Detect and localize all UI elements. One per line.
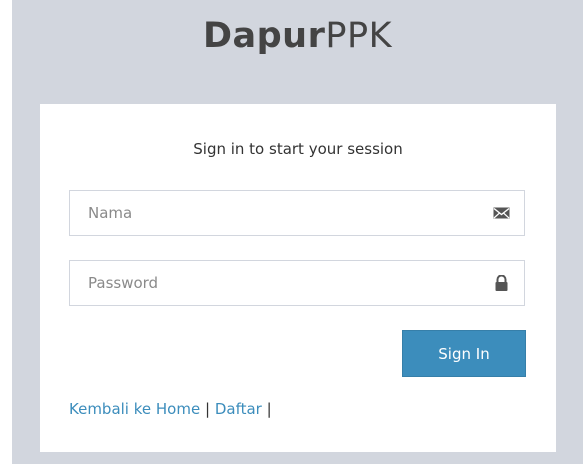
link-separator: | bbox=[266, 400, 272, 418]
app-logo[interactable]: DapurPPK bbox=[12, 14, 583, 58]
login-box-message: Sign in to start your session bbox=[193, 140, 403, 158]
footer-links: Kembali ke Home | Daftar | bbox=[69, 400, 272, 418]
home-link[interactable]: Kembali ke Home bbox=[69, 400, 200, 418]
logo-bold-text: Dapur bbox=[202, 16, 326, 56]
logo-light-text: PPK bbox=[325, 16, 393, 56]
register-link[interactable]: Daftar bbox=[215, 400, 262, 418]
login-box: Sign in to start your session Sign In Ke… bbox=[40, 104, 556, 452]
password-input[interactable] bbox=[70, 261, 524, 305]
lock-icon bbox=[493, 274, 510, 291]
envelope-icon bbox=[493, 205, 510, 221]
name-input[interactable] bbox=[70, 191, 524, 235]
sign-in-button[interactable]: Sign In bbox=[402, 330, 526, 377]
name-field-group bbox=[69, 190, 525, 236]
link-separator: | bbox=[204, 400, 211, 418]
password-field-group bbox=[69, 260, 525, 306]
